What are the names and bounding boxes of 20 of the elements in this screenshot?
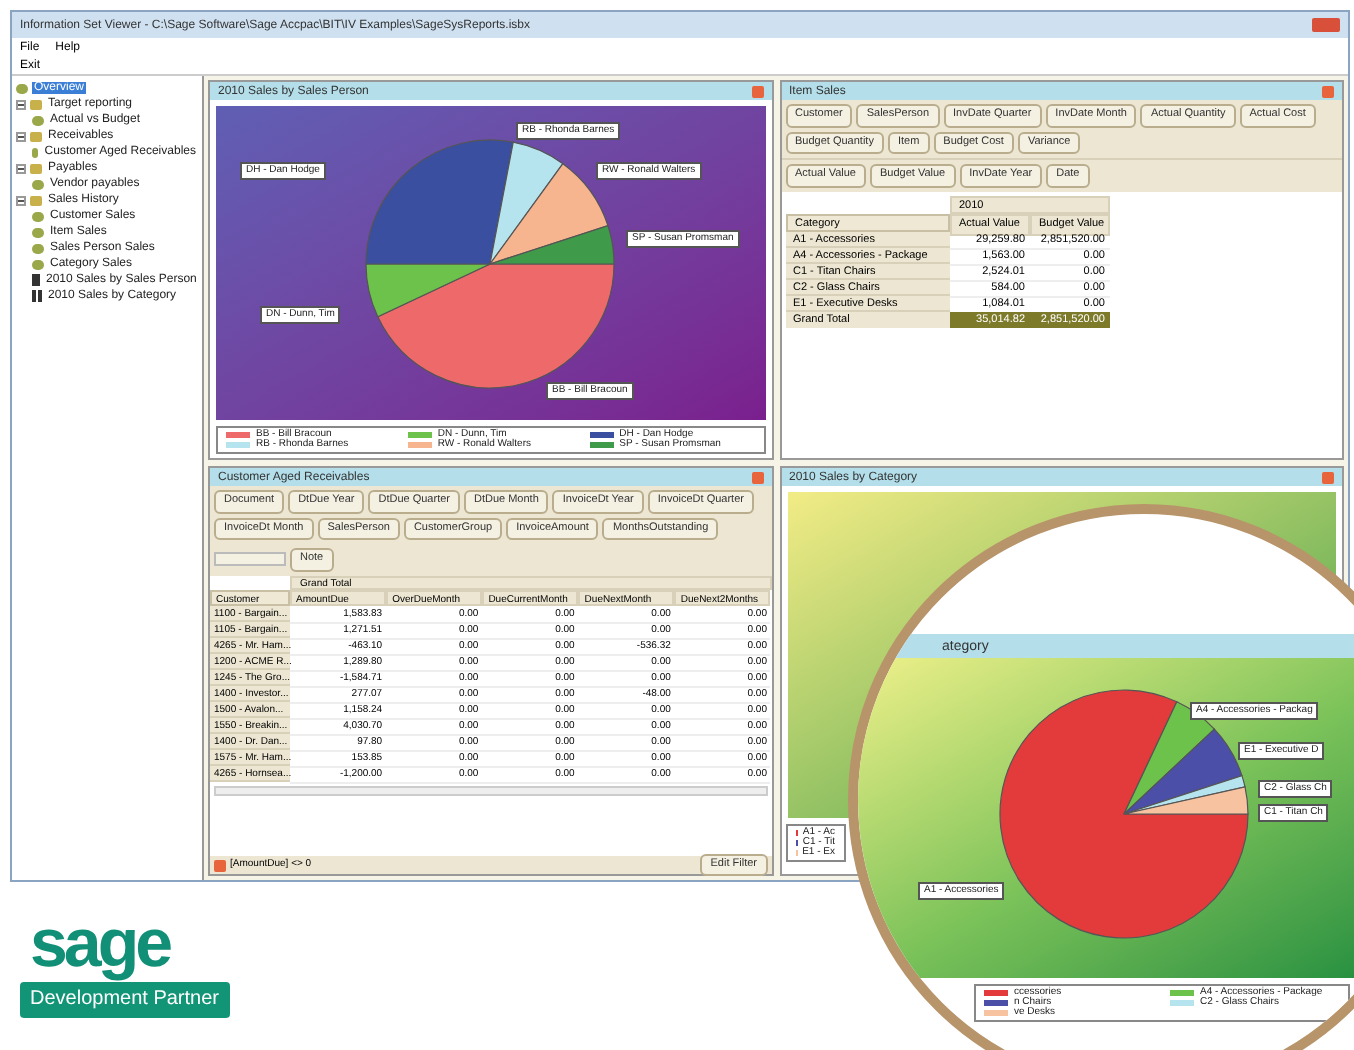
folder-icon [30,131,42,141]
logo-wordmark: sage [28,910,169,978]
close-icon[interactable] [1322,85,1334,97]
expander-icon[interactable] [16,163,26,173]
close-icon[interactable] [751,85,763,97]
expander-icon[interactable] [16,131,26,141]
expander-icon[interactable] [16,195,26,205]
folder-icon [30,99,42,109]
close-icon[interactable] [751,471,763,483]
page-icon [16,83,28,93]
folder-icon [30,163,42,173]
page-icon [32,115,44,125]
folder-icon [30,195,42,205]
horizontal-scrollbar[interactable] [214,785,767,795]
partner-badge: Development Partner [20,982,229,1018]
page-icon [32,179,44,189]
close-icon[interactable] [1322,471,1334,483]
page-icon [32,147,39,157]
expander-icon[interactable] [16,99,26,109]
clear-filter-icon[interactable] [214,859,226,871]
